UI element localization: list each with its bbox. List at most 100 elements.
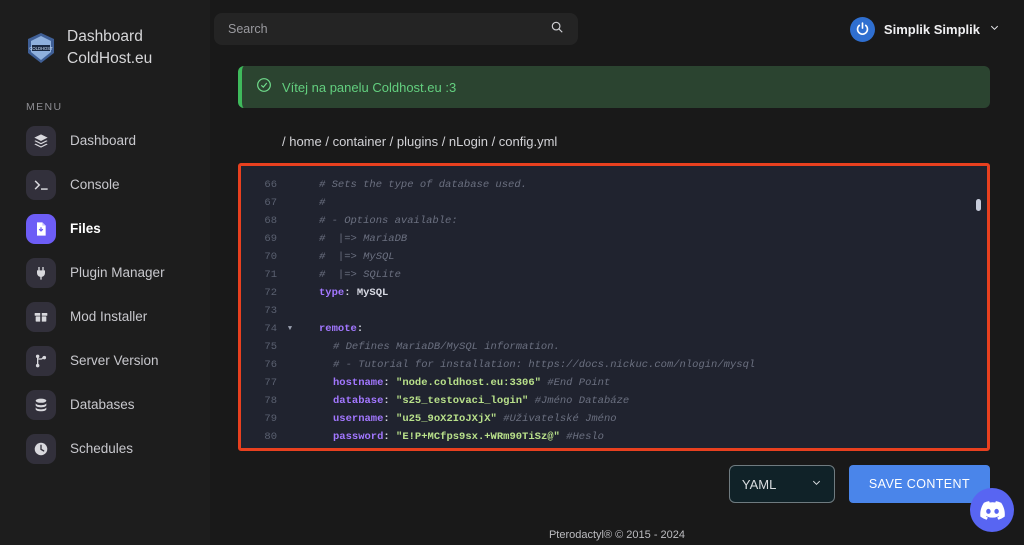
line-number: 70 [264, 251, 277, 263]
code-line[interactable]: 74 ▼ remote: [241, 320, 987, 338]
line-number: 66 [264, 179, 277, 191]
search-icon[interactable] [550, 20, 564, 39]
sidebar-item-label: Databases [70, 396, 135, 412]
code-line[interactable]: 70 # |=> MySQL [241, 248, 987, 266]
code-text: hostname: "node.coldhost.eu:3306" #End P… [297, 374, 610, 392]
line-number: 75 [264, 341, 277, 353]
topbar: Simplik Simplik [210, 0, 1024, 58]
code-token-cmt: # - Tutorial for installation: https://d… [333, 359, 756, 371]
brand-line-2: ColdHost.eu [67, 50, 153, 68]
file-icon [26, 213, 56, 244]
code-line[interactable]: 66 # Sets the type of database used. [241, 176, 987, 194]
discord-icon[interactable] [970, 488, 1014, 532]
code-line[interactable]: 68 # - Options available: [241, 212, 987, 230]
fold-toggle-icon[interactable]: ▼ [283, 320, 297, 338]
sidebar-item-label: Files [70, 220, 101, 236]
layers-icon [26, 125, 56, 156]
sidebar-item-databases[interactable]: Databases [0, 383, 210, 427]
code-text: database: "s25_testovaci_login" #Jméno D… [297, 392, 629, 410]
check-circle-icon [256, 77, 272, 98]
sidebar-item-label: Console [70, 176, 120, 192]
chevron-down-icon[interactable] [989, 20, 1000, 38]
line-number: 74 [264, 323, 277, 335]
code-text: # [297, 194, 325, 212]
code-token-cmt: #End Point [540, 377, 611, 389]
code-token-key: database [333, 395, 384, 407]
breadcrumb[interactable]: / home / container / plugins / nLogin / … [282, 134, 990, 149]
line-number: 80 [264, 431, 277, 443]
code-text: type: MySQL [297, 284, 388, 302]
box-icon [26, 301, 56, 332]
search-input[interactable] [228, 22, 542, 36]
code-token-key: remote [319, 323, 357, 335]
line-number: 67 [264, 197, 277, 209]
code-text: # - Tutorial for installation: https://d… [297, 356, 755, 374]
editor-scrollbar-thumb[interactable] [976, 199, 981, 211]
code-line[interactable]: 78 database: "s25_testovaci_login" #Jméno… [241, 392, 987, 410]
user-name: Simplik Simplik [883, 21, 980, 37]
code-token-str: "E!P+MCfps9sx.+WRm90TiSz@" [396, 431, 560, 443]
sidebar-item-server-version[interactable]: Server Version [0, 339, 210, 383]
sidebar-item-label: Server Version [70, 352, 159, 368]
code-line[interactable]: 79 username: "u25_9oX2IoJXjX" #Uživatelsk… [241, 410, 987, 428]
sidebar: COLDHOST Dashboard ColdHost.eu MENU Dash… [0, 0, 210, 545]
language-select[interactable]: YAML [728, 465, 835, 503]
code-line[interactable]: 73 [241, 302, 987, 320]
code-token-plain: : [383, 431, 397, 443]
code-text: # |=> SQLite [297, 266, 401, 284]
brand[interactable]: COLDHOST Dashboard ColdHost.eu [0, 26, 210, 71]
code-token-key: type [319, 287, 345, 299]
sidebar-item-dashboard[interactable]: Dashboard [0, 119, 210, 163]
code-text: # |=> MariaDB [297, 230, 407, 248]
code-token-plain: : [356, 323, 364, 335]
sidebar-item-schedules[interactable]: Schedules [0, 427, 210, 471]
code-line[interactable]: 72 type: MySQL [241, 284, 987, 302]
code-line[interactable]: 76 # - Tutorial for installation: https:/… [241, 356, 987, 374]
code-token-key: hostname [333, 377, 384, 389]
line-number: 68 [264, 215, 277, 227]
sidebar-item-plugin-manager[interactable]: Plugin Manager [0, 251, 210, 295]
code-text: remote: [297, 320, 363, 338]
code-token-str: "node.coldhost.eu:3306" [396, 377, 541, 389]
main-area: Simplik Simplik Vítej na panelu Coldhost… [210, 0, 1024, 545]
app-root: COLDHOST Dashboard ColdHost.eu MENU Dash… [0, 0, 1024, 545]
code-text: password: "E!P+MCfps9sx.+WRm90TiSz@" #He… [297, 428, 604, 446]
language-select-value: YAML [741, 476, 777, 492]
save-content-button[interactable]: SAVE CONTENT [848, 465, 990, 503]
code-token-cmt: #Uživatelské Jméno [496, 413, 617, 425]
code-text: # Defines MariaDB/MySQL information. [297, 338, 560, 356]
line-number: 73 [264, 305, 277, 317]
code-token-cmt: # [319, 197, 326, 209]
code-line[interactable]: 67 # [241, 194, 987, 212]
code-token-plain: : MySQL [344, 287, 389, 299]
content-area: Vítej na panelu Coldhost.eu :3 / home / … [210, 58, 1024, 529]
code-line[interactable]: 69 # |=> MariaDB [241, 230, 987, 248]
sidebar-item-files[interactable]: Files [0, 207, 210, 251]
line-number: 79 [264, 413, 277, 425]
menu-section-label: MENU [26, 100, 63, 113]
line-number: 72 [264, 287, 277, 299]
code-token-key: username [333, 413, 384, 425]
code-line[interactable]: 75 # Defines MariaDB/MySQL information. [241, 338, 987, 356]
chevron-down-icon[interactable] [811, 475, 822, 493]
code-token-cmt: #Heslo [559, 431, 604, 443]
sidebar-item-label: Mod Installer [70, 308, 148, 324]
code-line[interactable]: 71 # |=> SQLite [241, 266, 987, 284]
brand-title: Dashboard ColdHost.eu [67, 26, 152, 71]
terminal-icon [26, 169, 56, 200]
code-editor[interactable]: 66 # Sets the type of database used. 67 #68… [238, 163, 990, 451]
sidebar-item-console[interactable]: Console [0, 163, 210, 207]
code-token-key: password [333, 431, 384, 443]
code-line[interactable]: 77 hostname: "node.coldhost.eu:3306" #End… [241, 374, 987, 392]
code-line[interactable]: 80 password: "E!P+MCfps9sx.+WRm90TiSz@" #… [241, 428, 987, 446]
user-avatar [849, 16, 875, 42]
sidebar-nav: Dashboard Console Files Plugin Manager Mod I… [0, 119, 210, 471]
code-token-cmt: #Jméno Databáze [528, 395, 630, 407]
user-menu[interactable]: Simplik Simplik [849, 16, 1000, 42]
code-lines[interactable]: 66 # Sets the type of database used. 67 #68… [241, 176, 987, 446]
code-text: # - Options available: [297, 212, 458, 230]
search-bar[interactable] [214, 13, 578, 45]
git-branch-icon [26, 345, 56, 376]
sidebar-item-mod-installer[interactable]: Mod Installer [0, 295, 210, 339]
breadcrumb-path[interactable]: / home / container / plugins / nLogin / … [282, 134, 557, 149]
